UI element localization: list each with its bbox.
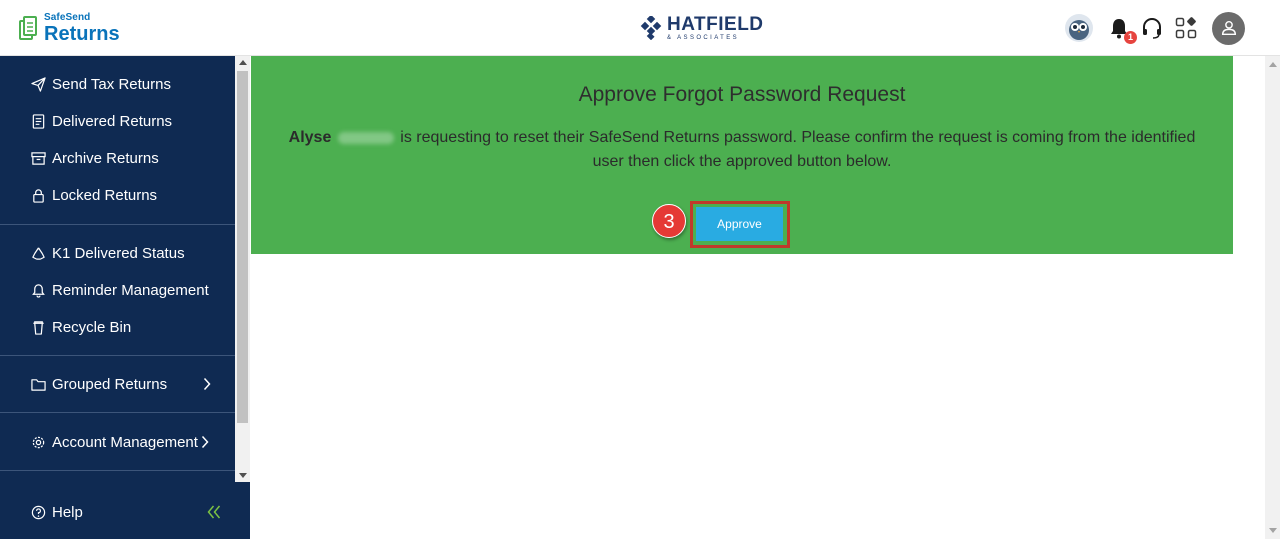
hatfield-mark-icon xyxy=(640,16,662,40)
sidebar-scrollbar-thumb[interactable] xyxy=(237,71,248,423)
request-message-line-2: user then click the approved button belo… xyxy=(592,153,892,170)
help-label: Help xyxy=(52,503,83,521)
document-stack-icon xyxy=(19,16,37,40)
help-link[interactable]: Help xyxy=(0,497,235,527)
scroll-up-arrow-icon[interactable] xyxy=(1269,62,1277,67)
sidebar-item-label: Account Management xyxy=(52,433,198,451)
safesend-returns-logo[interactable]: SafeSend Returns xyxy=(19,13,120,44)
sidebar-item-label: Locked Returns xyxy=(52,186,158,204)
scroll-down-arrow-icon[interactable] xyxy=(1269,528,1277,533)
scroll-up-arrow-icon[interactable] xyxy=(239,60,247,65)
sidebar-item-locked-returns[interactable]: Locked Returns xyxy=(0,180,235,210)
requester-first-name: Alyse xyxy=(288,129,332,146)
sidebar-divider xyxy=(0,412,235,413)
help-circle-icon xyxy=(30,504,46,520)
page-title: Approve Forgot Password Request xyxy=(578,83,906,106)
sidebar-item-label: Send Tax Returns xyxy=(52,75,171,93)
user-icon xyxy=(1221,20,1236,36)
user-profile-button[interactable] xyxy=(1212,11,1245,45)
trash-icon xyxy=(30,319,46,335)
main-scrollbar[interactable] xyxy=(1265,56,1280,539)
request-message-line-1: is requesting to reset their SafeSend Re… xyxy=(400,129,1196,146)
notifications-button[interactable]: 1 xyxy=(1107,16,1137,44)
sidebar-item-reminder-management[interactable]: Reminder Management xyxy=(0,275,235,305)
apps-grid-icon[interactable] xyxy=(1175,17,1197,39)
sidebar: Send Tax Returns Delivered Returns Archi… xyxy=(0,56,235,539)
sidebar-item-archive-returns[interactable]: Archive Returns xyxy=(0,143,235,173)
sidebar-item-grouped-returns[interactable]: Grouped Returns xyxy=(0,369,235,399)
scroll-down-arrow-icon[interactable] xyxy=(239,473,247,478)
sidebar-item-label: Delivered Returns xyxy=(52,112,173,130)
sidebar-item-account-management[interactable]: Account Management xyxy=(0,427,235,457)
document-icon xyxy=(30,113,46,129)
sidebar-item-label: Recycle Bin xyxy=(52,318,132,336)
folder-icon xyxy=(30,376,46,392)
logo-small-text: SafeSend xyxy=(44,12,91,23)
request-message: Alyse is requesting to reset their SafeS… xyxy=(281,126,1203,174)
lock-icon xyxy=(30,187,46,203)
sidebar-item-delivered-returns[interactable]: Delivered Returns xyxy=(0,106,235,136)
sidebar-item-label: Grouped Returns xyxy=(52,375,168,393)
sidebar-divider xyxy=(0,355,235,356)
approve-button[interactable]: Approve xyxy=(696,207,783,241)
bell-icon xyxy=(30,282,46,298)
recycle-icon xyxy=(30,245,46,261)
redacted-last-name xyxy=(337,131,394,144)
logo-big-text: Returns xyxy=(44,23,120,45)
sidebar-scrollbar[interactable] xyxy=(235,56,250,482)
archive-icon xyxy=(30,150,46,166)
firm-name: HATFIELD xyxy=(667,14,764,35)
sidebar-item-label: Reminder Management xyxy=(52,281,209,299)
collapse-sidebar-icon[interactable] xyxy=(207,504,221,520)
sidebar-divider xyxy=(0,470,235,471)
gear-icon xyxy=(30,434,46,450)
send-icon xyxy=(30,76,46,92)
sidebar-footer-filler xyxy=(235,482,250,539)
sidebar-divider xyxy=(0,224,235,225)
sidebar-item-label: K1 Delivered Status xyxy=(52,244,185,262)
sidebar-item-recycle-bin[interactable]: Recycle Bin xyxy=(0,312,235,342)
top-header: SafeSend Returns HATFIELD & ASSOCIATES 1 xyxy=(0,0,1280,56)
headset-icon[interactable] xyxy=(1141,17,1163,39)
chevron-right-icon[interactable] xyxy=(201,435,209,449)
sidebar-item-send-tax-returns[interactable]: Send Tax Returns xyxy=(0,69,235,99)
step-number-badge: 3 xyxy=(652,204,686,238)
firm-logo: HATFIELD & ASSOCIATES xyxy=(640,15,764,41)
owl-avatar-icon[interactable] xyxy=(1065,14,1093,42)
firm-subtitle: & ASSOCIATES xyxy=(667,35,740,41)
sidebar-item-label: Archive Returns xyxy=(52,149,159,167)
sidebar-item-k1-delivered-status[interactable]: K1 Delivered Status xyxy=(0,238,235,268)
notification-count-badge: 1 xyxy=(1124,31,1137,44)
chevron-right-icon[interactable] xyxy=(203,377,211,391)
